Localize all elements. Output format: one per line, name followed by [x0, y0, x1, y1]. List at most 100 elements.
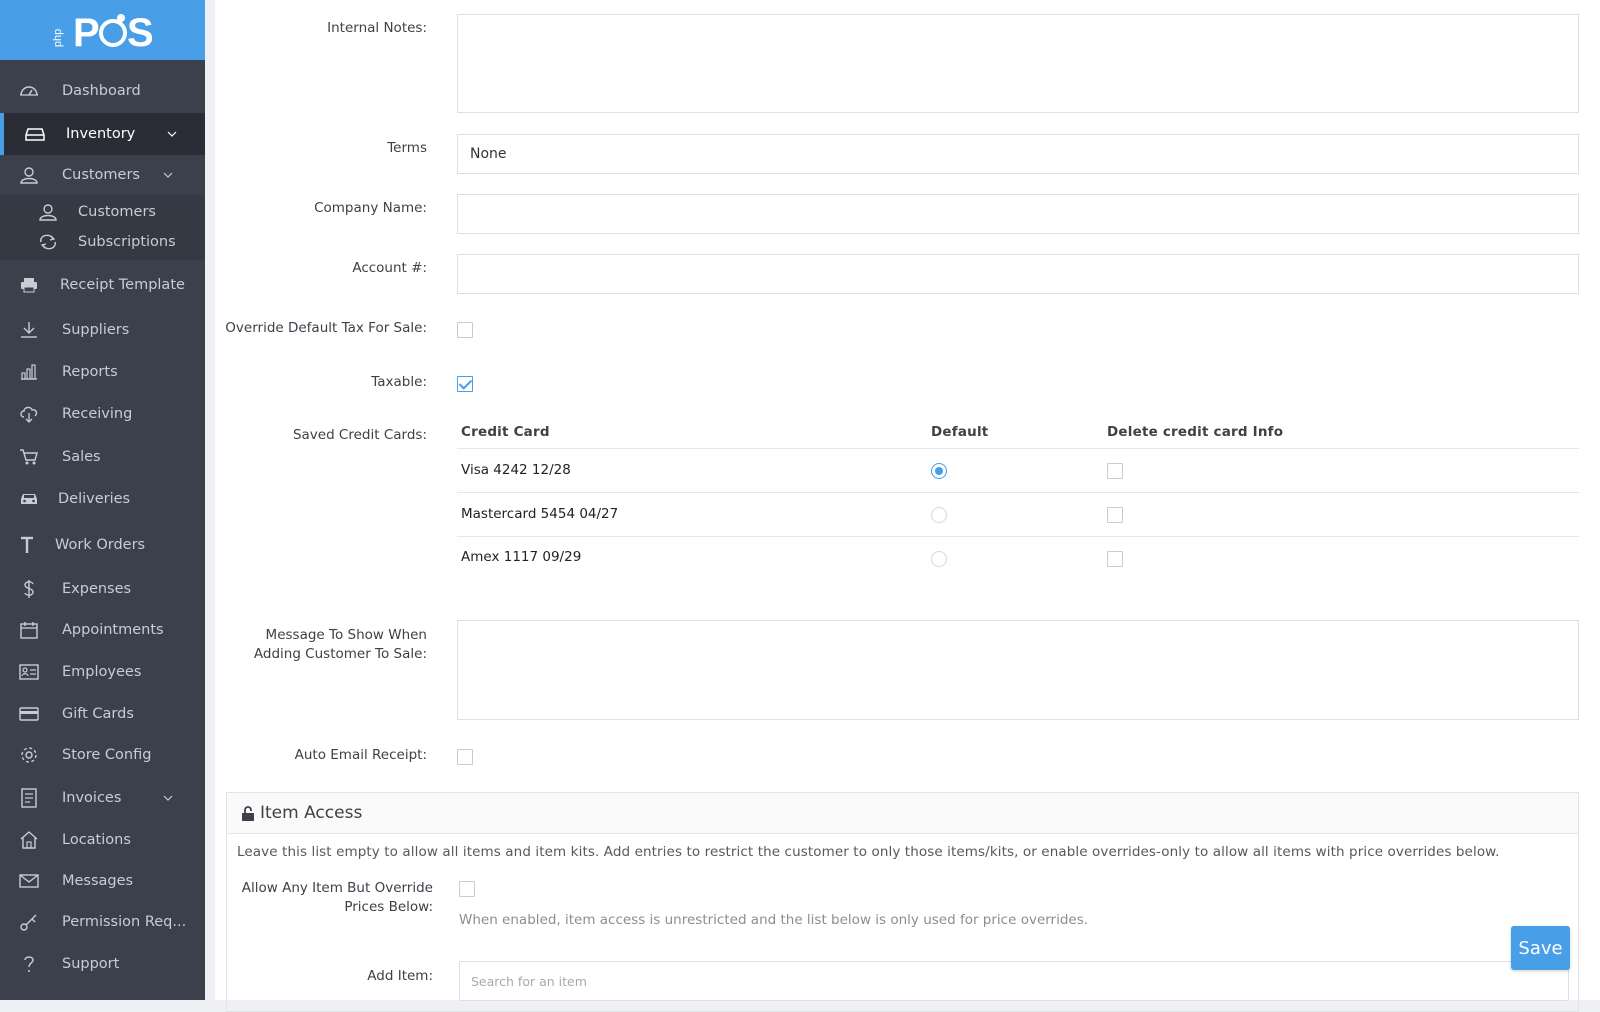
item-search-input[interactable]: Search for an item — [459, 961, 1569, 1001]
sidebar-item-sales[interactable]: Sales — [0, 437, 205, 477]
sidebar-item-label: Messages — [62, 873, 134, 889]
card-cell: Visa 4242 12/28 — [461, 462, 571, 478]
sidebar-item-label: Store Config — [62, 747, 152, 763]
sidebar-item-dashboard[interactable]: Dashboard — [0, 71, 205, 111]
sidebar-item-label: Locations — [62, 832, 131, 848]
terms-value: None — [470, 146, 507, 162]
sidebar-item-support[interactable]: Support — [0, 944, 205, 984]
sidebar-item-gift-cards[interactable]: Gift Cards — [0, 694, 205, 734]
card-cell: Amex 1117 09/29 — [461, 549, 582, 565]
sidebar-item-store-config[interactable]: Store Config — [0, 735, 205, 775]
sidebar-item-permission-requests[interactable]: Permission Req... — [0, 902, 205, 942]
user-icon — [37, 201, 59, 223]
download-icon — [18, 319, 40, 341]
table-row-divider — [457, 536, 1579, 537]
subnav-item-subscriptions[interactable]: Subscriptions — [0, 228, 205, 256]
sidebar-item-expenses[interactable]: Expenses — [0, 569, 205, 609]
refresh-icon — [37, 231, 59, 253]
cart-icon — [18, 446, 40, 468]
col-header-delete: Delete credit card Info — [1107, 424, 1284, 440]
sidebar-item-label: Gift Cards — [62, 706, 134, 722]
invoice-icon — [18, 787, 40, 809]
svg-text:php: php — [53, 29, 64, 47]
sidebar-item-deliveries[interactable]: Deliveries — [0, 479, 205, 519]
sidebar-item-label: Customers — [62, 167, 140, 183]
delete-card-checkbox[interactable] — [1107, 551, 1123, 567]
printer-icon — [18, 274, 40, 296]
message-label-line1: Message To Show When — [265, 627, 427, 643]
allow-any-label-line1: Allow Any Item But Override — [241, 880, 433, 896]
sidebar-item-reports[interactable]: Reports — [0, 352, 205, 392]
override-tax-label: Override Default Tax For Sale: — [225, 320, 427, 336]
table-row-divider — [457, 492, 1579, 493]
lock-icon — [242, 805, 254, 821]
default-card-radio[interactable] — [931, 507, 947, 523]
sidebar-item-label: Work Orders — [55, 537, 146, 553]
chevron-down-icon — [163, 170, 173, 181]
sidebar-item-label: Appointments — [62, 622, 164, 638]
card-cell: Mastercard 5454 04/27 — [461, 506, 619, 522]
sidebar-item-label: Deliveries — [58, 491, 131, 507]
sidebar-item-customers[interactable]: Customers — [0, 155, 205, 195]
svg-text:P: P — [73, 11, 100, 52]
id-card-icon — [18, 661, 40, 683]
sidebar-item-label: Invoices — [62, 790, 122, 806]
internal-notes-textarea[interactable] — [457, 14, 1579, 113]
chevron-down-icon — [163, 793, 173, 804]
auto-email-checkbox[interactable] — [457, 749, 473, 765]
sidebar-item-invoices[interactable]: Invoices — [0, 778, 205, 818]
chevron-down-icon — [167, 129, 177, 140]
sidebar-item-label: Suppliers — [62, 322, 130, 338]
save-button[interactable]: Save — [1511, 926, 1570, 970]
key-icon — [18, 911, 40, 933]
terms-field[interactable]: None — [457, 134, 1579, 174]
app-logo[interactable]: php P S — [0, 0, 205, 60]
item-access-title: Item Access — [260, 803, 363, 823]
company-name-label: Company Name: — [314, 200, 427, 216]
sidebar-item-messages[interactable]: Messages — [0, 861, 205, 901]
auto-email-label: Auto Email Receipt: — [294, 747, 427, 763]
item-search-placeholder: Search for an item — [471, 973, 587, 989]
sidebar-item-inventory[interactable]: Inventory — [0, 113, 205, 155]
sidebar-item-receipt-template[interactable]: Receipt Template — [0, 265, 205, 305]
home-icon — [18, 829, 40, 851]
gear-icon — [18, 744, 40, 766]
sidebar-item-label: Inventory — [66, 126, 136, 142]
add-item-label: Add Item: — [367, 968, 433, 984]
message-textarea[interactable] — [457, 620, 1579, 720]
item-access-header: Item Access — [227, 793, 1578, 834]
text-t-icon — [16, 534, 38, 556]
sidebar-item-label: Receipt Template — [60, 277, 185, 293]
php-pos-logo: php P S — [53, 11, 153, 52]
sidebar-item-suppliers[interactable]: Suppliers — [0, 310, 205, 350]
col-header-credit-card: Credit Card — [461, 424, 550, 440]
default-card-radio[interactable] — [931, 551, 947, 567]
bar-chart-icon — [18, 361, 40, 383]
sidebar-item-locations[interactable]: Locations — [0, 820, 205, 860]
subnav-item-label: Customers — [78, 204, 156, 220]
company-name-input[interactable] — [457, 194, 1579, 234]
taxable-label: Taxable: — [371, 374, 427, 390]
sidebar-item-label: Permission Req... — [62, 914, 187, 930]
sidebar-item-employees[interactable]: Employees — [0, 652, 205, 692]
terms-label: Terms — [387, 140, 427, 156]
delete-card-checkbox[interactable] — [1107, 507, 1123, 523]
inventory-icon — [24, 123, 46, 145]
sidebar-item-receiving[interactable]: Receiving — [0, 394, 205, 434]
dollar-icon — [18, 578, 40, 600]
taxable-checkbox[interactable] — [457, 376, 473, 392]
allow-any-item-checkbox[interactable] — [459, 881, 475, 897]
sidebar: php P S Dashboard Inventory Customers Cu… — [0, 0, 205, 1000]
item-access-description: Leave this list empty to allow all items… — [237, 844, 1500, 860]
allow-any-help-text: When enabled, item access is unrestricte… — [459, 912, 1089, 928]
subnav-item-customers[interactable]: Customers — [0, 198, 205, 226]
sidebar-item-work-orders[interactable]: Work Orders — [0, 525, 205, 565]
account-number-input[interactable] — [457, 254, 1579, 294]
default-card-radio[interactable] — [931, 463, 947, 479]
sidebar-item-label: Support — [62, 956, 120, 972]
override-tax-checkbox[interactable] — [457, 322, 473, 338]
delete-card-checkbox[interactable] — [1107, 463, 1123, 479]
allow-any-label-line2: Prices Below: — [344, 899, 433, 915]
internal-notes-label: Internal Notes: — [327, 20, 427, 36]
sidebar-item-appointments[interactable]: Appointments — [0, 610, 205, 650]
